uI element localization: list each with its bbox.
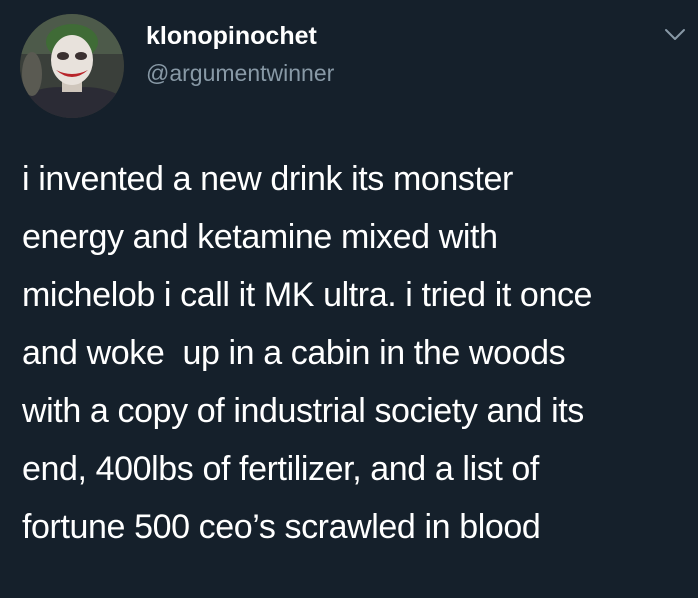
chevron-down-icon[interactable] xyxy=(664,28,686,42)
tweet-text-line: with a copy of industrial society and it… xyxy=(22,392,584,430)
tweet-text-line: and woke up in a cabin in the woods xyxy=(22,334,566,372)
tweet-text: i invented a new drink its monster energ… xyxy=(22,150,690,556)
display-name[interactable]: klonopinochet xyxy=(146,22,317,51)
tweet-text-line: energy and ketamine mixed with xyxy=(22,218,498,256)
user-avatar[interactable] xyxy=(20,14,124,118)
joker-face-avatar-icon xyxy=(20,14,124,118)
tweet-text-line: i invented a new drink its monster xyxy=(22,160,513,198)
tweet-text-line: fortune 500 ceo’s scrawled in blood xyxy=(22,508,541,546)
tweet-text-line: end, 400lbs of fertilizer, and a list of xyxy=(22,450,539,488)
tweet-card: klonopinochet @argumentwinner i invented… xyxy=(0,0,698,598)
user-handle[interactable]: @argumentwinner xyxy=(146,60,334,87)
tweet-text-line: michelob i call it MK ultra. i tried it … xyxy=(22,276,593,314)
